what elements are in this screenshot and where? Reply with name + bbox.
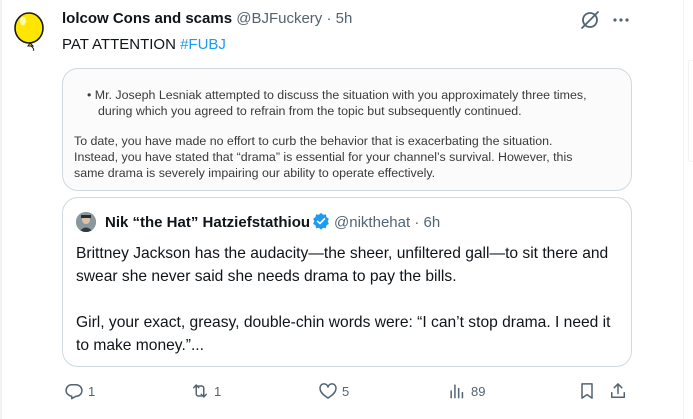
reply-button[interactable]: 1	[64, 380, 95, 402]
quoted-text: Brittney Jackson has the audacity—the sh…	[76, 242, 616, 366]
analytics-bars-icon	[450, 384, 464, 399]
bookmark-icon	[581, 383, 593, 399]
quoted-paragraph: Girl, your exact, greasy, double-chin wo…	[76, 314, 611, 354]
author-handle[interactable]: @BJFuckery	[236, 10, 322, 27]
quoted-separator: ·	[414, 214, 420, 231]
attached-document-image[interactable]: • Mr. Joseph Lesniak attempted to discus…	[62, 68, 632, 191]
share-icon	[611, 383, 625, 398]
quoted-paragraph: Brittney Jackson has the audacity—the sh…	[76, 245, 609, 285]
tweet-text-body: PAT ATTENTION	[62, 36, 176, 53]
tweet-time[interactable]: 5h	[336, 10, 353, 27]
author-name[interactable]: lolcow Cons and scams	[62, 10, 232, 27]
quoted-author-name[interactable]: Nik “the Hat” Hatziefstathiou	[105, 214, 310, 231]
repost-count: 1	[214, 383, 222, 399]
repost-icon	[193, 384, 207, 398]
hashtag-link[interactable]: #FUBJ	[180, 36, 226, 53]
quoted-time[interactable]: 6h	[423, 214, 440, 231]
doc-line: Instead, you have stated that “drama” is…	[74, 150, 573, 164]
doc-line: • Mr. Joseph Lesniak attempted to discus…	[87, 88, 587, 102]
grok-icon[interactable]	[579, 9, 601, 31]
view-count: 89	[471, 383, 486, 399]
share-button[interactable]	[608, 380, 628, 402]
verified-badge-icon	[313, 212, 329, 230]
action-bar: 1 1 5 89	[62, 380, 630, 404]
quoted-author-avatar[interactable]	[76, 212, 96, 232]
doc-line: To date, you have made no effort to curb…	[74, 134, 553, 148]
quoted-author-handle[interactable]: @nikthehat	[334, 214, 410, 231]
right-scroll-edge	[683, 0, 693, 419]
bookmark-button[interactable]	[577, 380, 597, 402]
quoted-tweet[interactable]: Nik “the Hat” Hatziefstathiou @nikthehat…	[62, 197, 632, 367]
tweet-text: PAT ATTENTION #FUBJ	[62, 35, 226, 55]
reply-icon	[65, 384, 83, 400]
like-button[interactable]: 5	[318, 380, 349, 402]
views-button[interactable]: 89	[447, 380, 485, 402]
like-count: 5	[342, 383, 350, 399]
left-border	[0, 0, 2, 419]
balloon-avatar-icon	[11, 11, 51, 51]
author-avatar[interactable]	[11, 11, 51, 51]
repost-button[interactable]: 1	[190, 380, 221, 402]
quoted-header: Nik “the Hat” Hatziefstathiou @nikthehat…	[105, 212, 440, 233]
reply-count: 1	[88, 383, 96, 399]
header-separator: ·	[326, 10, 332, 27]
scroll-nub	[688, 60, 693, 162]
more-options-icon[interactable]	[612, 11, 630, 29]
tweet-header: lolcow Cons and scams @BJFuckery · 5h	[62, 9, 352, 29]
heart-icon	[319, 383, 337, 399]
doc-line: during which you agreed to refrain from …	[98, 104, 522, 118]
person-avatar-icon	[76, 212, 96, 232]
doc-line: same drama is severely impairing our abi…	[74, 166, 436, 180]
